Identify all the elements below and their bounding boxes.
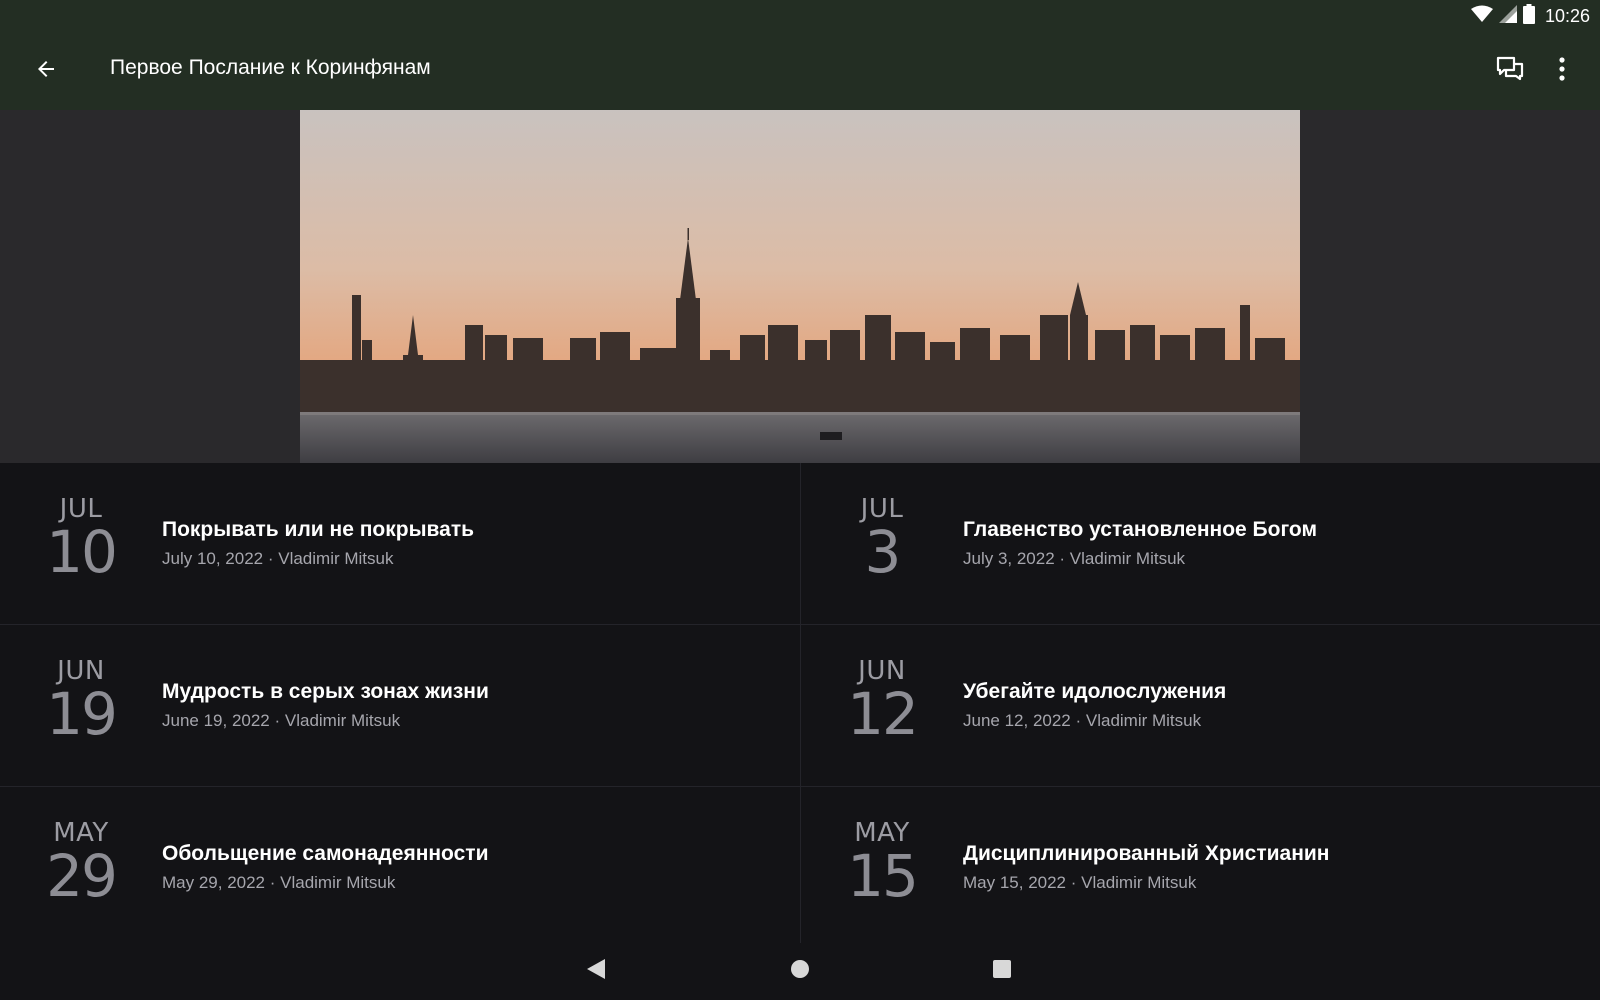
sermon-item[interactable]: JUL 10 Покрывать или не покрывать July 1… [0, 463, 800, 625]
sermon-meta: July 10, 2022 · Vladimir Mitsuk [162, 549, 394, 568]
sermon-item[interactable]: JUL 3 Главенство установленное Богом Jul… [800, 463, 1600, 625]
sermon-meta: May 29, 2022 · Vladimir Mitsuk [162, 873, 396, 892]
sermon-title: Дисциплинированный Христианин [963, 842, 1330, 865]
date-block: MAY 29 [42, 819, 120, 905]
sermon-title: Покрывать или не покрывать [162, 518, 475, 541]
sermon-item[interactable]: MAY 29 Обольщение самонадеянности May 29… [0, 787, 800, 949]
nav-back-button[interactable] [574, 949, 618, 993]
sermon-meta: May 15, 2022 · Vladimir Mitsuk [963, 873, 1197, 892]
sermon-list: JUL 10 Покрывать или не покрывать July 1… [0, 463, 1600, 949]
sermon-item[interactable]: JUN 19 Мудрость в серых зонах жизни June… [0, 625, 800, 787]
app-bar: Первое Послание к Коринфянам [0, 32, 1600, 110]
more-vert-icon [1559, 56, 1565, 86]
sermon-item[interactable]: JUN 12 Убегайте идолослужения June 12, 2… [800, 625, 1600, 787]
sermon-meta: July 3, 2022 · Vladimir Mitsuk [963, 549, 1186, 568]
sermon-title: Главенство установленное Богом [963, 518, 1318, 541]
date-block: MAY 15 [843, 819, 921, 905]
sermon-meta: June 19, 2022 · Vladimir Mitsuk [162, 711, 401, 730]
cell-signal-icon [1498, 4, 1517, 28]
date-day: 19 [46, 680, 118, 748]
nav-back-icon [586, 958, 606, 985]
city-skyline-image [300, 110, 1300, 463]
nav-recents-icon [992, 959, 1012, 984]
nav-recents-button[interactable] [980, 949, 1024, 993]
chat-button[interactable] [1486, 47, 1534, 95]
status-time: 10:26 [1544, 5, 1590, 26]
date-block: JUN 19 [42, 657, 120, 743]
battery-icon [1522, 3, 1535, 29]
nav-home-icon [790, 959, 810, 984]
date-day: 10 [46, 518, 118, 586]
sermon-title: Мудрость в серых зонах жизни [162, 680, 489, 703]
system-nav-bar [0, 943, 1600, 1000]
sermon-title: Убегайте идолослужения [963, 680, 1227, 703]
more-options-button[interactable] [1538, 47, 1586, 95]
sermon-meta: June 12, 2022 · Vladimir Mitsuk [963, 711, 1202, 730]
date-block: JUL 10 [42, 495, 120, 581]
sermon-title: Обольщение самонадеянности [162, 842, 489, 865]
page-title: Первое Послание к Коринфянам [110, 56, 431, 79]
sermon-item[interactable]: MAY 15 Дисциплинированный Христианин May… [800, 787, 1600, 949]
date-block: JUN 12 [843, 657, 921, 743]
date-day: 15 [847, 842, 919, 910]
arrow-back-icon [34, 57, 58, 86]
date-day: 29 [46, 842, 118, 910]
hero-banner [0, 110, 1600, 463]
wifi-icon [1470, 5, 1493, 28]
date-day: 12 [847, 680, 919, 748]
back-button[interactable] [22, 47, 70, 95]
nav-home-button[interactable] [778, 949, 822, 993]
status-icons: 10:26 [1470, 3, 1590, 29]
status-bar: 10:26 [0, 0, 1600, 32]
chat-icon [1496, 56, 1524, 87]
date-block: JUL 3 [843, 495, 921, 581]
date-day: 3 [864, 518, 902, 586]
